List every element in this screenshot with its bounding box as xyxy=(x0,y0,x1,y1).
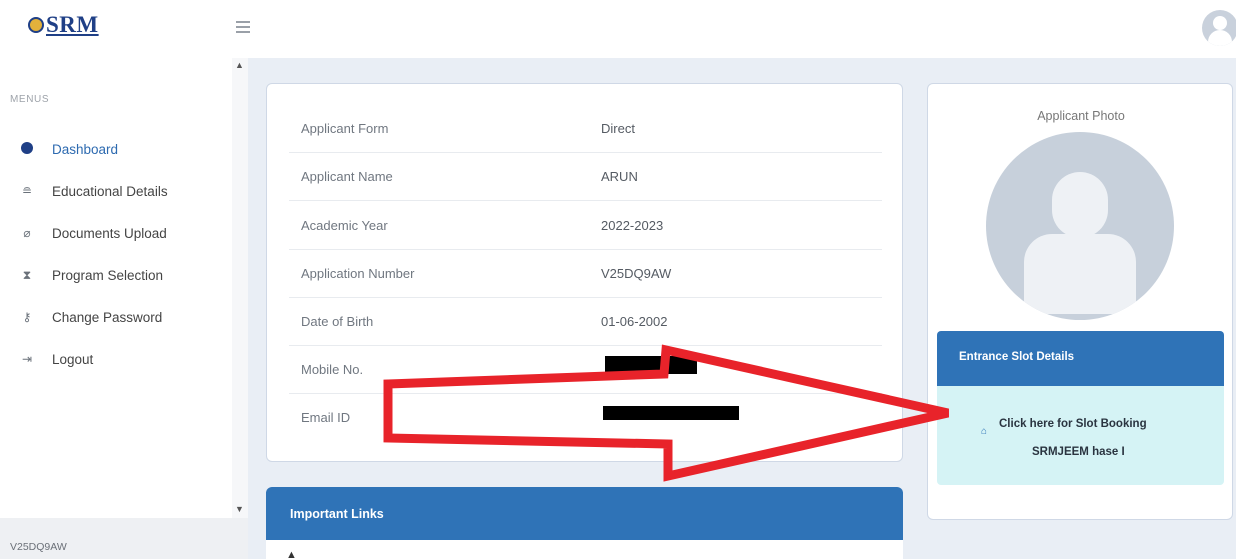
info-value: V25DQ9AW xyxy=(601,266,672,281)
info-value: ARUN xyxy=(601,169,638,184)
srm-logo[interactable]: SRM xyxy=(28,11,99,39)
important-links-title: Important Links xyxy=(266,487,903,540)
link-bullet-icon: ▲ xyxy=(286,549,297,559)
dashboard-icon xyxy=(20,141,34,157)
info-value: 01-06-2002 xyxy=(601,314,668,329)
info-label: Applicant Name xyxy=(301,169,393,184)
applicant-info-card: Applicant Form Direct Applicant Name ARU… xyxy=(266,83,903,462)
info-row-date-of-birth: Date of Birth 01-06-2002 xyxy=(289,298,882,346)
info-label: Application Number xyxy=(301,266,415,281)
top-bar: SRM xyxy=(0,0,1236,58)
applicant-photo-card: Applicant Photo Entrance Slot Details ⌂ … xyxy=(927,83,1233,520)
user-avatar-icon[interactable] xyxy=(1202,10,1236,46)
info-row-applicant-name: Applicant Name ARUN xyxy=(289,153,882,201)
sidebar-footer: V25DQ9AW xyxy=(0,518,248,559)
info-label: Mobile No. xyxy=(301,362,364,377)
bank-icon: ⌂ xyxy=(981,426,988,437)
sidebar-item-change-password[interactable]: ⚷ Change Password xyxy=(0,296,232,338)
entrance-slot-panel: Entrance Slot Details ⌂ Click here for S… xyxy=(937,331,1224,485)
sidebar-scrollbar[interactable]: ▲ ▼ xyxy=(232,58,248,518)
info-value: 2022-2023 xyxy=(601,218,664,233)
logo-emblem-icon xyxy=(28,17,44,33)
slot-booking-text: Click here for Slot Booking xyxy=(999,418,1147,430)
key-icon: ⚷ xyxy=(22,310,32,324)
redacted-mobile xyxy=(605,356,697,374)
info-row-application-number: Application Number V25DQ9AW xyxy=(289,250,882,298)
menus-label: MENUS xyxy=(10,94,50,105)
sidebar-item-dashboard[interactable]: Dashboard xyxy=(0,128,232,170)
hourglass-icon: ⧗ xyxy=(22,267,32,282)
sidebar-item-label: Dashboard xyxy=(52,141,119,157)
applicant-photo-placeholder-icon xyxy=(986,132,1174,320)
info-label: Date of Birth xyxy=(301,314,374,329)
slot-booking-link[interactable]: ⌂ Click here for Slot Booking SRMJEEM ha… xyxy=(937,386,1224,485)
info-label: Email ID xyxy=(301,410,351,425)
logo-text: SRM xyxy=(46,12,99,37)
info-label: Applicant Form xyxy=(301,121,389,136)
sidebar-item-label: Change Password xyxy=(52,309,163,325)
redacted-email xyxy=(603,406,739,420)
sidebar-item-educational-details[interactable]: ≘ Educational Details xyxy=(0,170,232,212)
info-row-email: Email ID xyxy=(289,394,882,442)
sidebar-item-label: Logout xyxy=(52,351,94,367)
sidebar-item-label: Program Selection xyxy=(52,267,164,283)
sidebar-item-logout[interactable]: ⇥ Logout xyxy=(0,338,232,380)
hamburger-icon[interactable] xyxy=(236,21,250,35)
entrance-slot-title: Entrance Slot Details xyxy=(937,331,1224,386)
sidebar-item-label: Documents Upload xyxy=(52,225,167,241)
info-row-applicant-form: Applicant Form Direct xyxy=(289,105,882,153)
info-value: Direct xyxy=(601,121,635,136)
sidebar-item-program-selection[interactable]: ⧗ Program Selection xyxy=(0,254,232,296)
scroll-down-icon[interactable]: ▼ xyxy=(235,504,244,514)
sidebar-item-documents-upload[interactable]: ⌀ Documents Upload xyxy=(0,212,232,254)
scroll-up-icon[interactable]: ▲ xyxy=(235,60,244,70)
logout-icon: ⇥ xyxy=(21,352,33,366)
sidebar-item-label: Educational Details xyxy=(52,183,168,199)
info-row-mobile: Mobile No. xyxy=(289,346,882,394)
education-icon: ≘ xyxy=(21,184,33,198)
slot-phase-text: SRMJEEM hase I xyxy=(1032,446,1125,458)
important-links-card: Important Links ▲ xyxy=(266,487,903,559)
application-id-footer: V25DQ9AW xyxy=(10,541,67,553)
sidebar-menu: Dashboard ≘ Educational Details ⌀ Docume… xyxy=(0,128,232,380)
info-label: Academic Year xyxy=(301,218,388,233)
sidebar: MENUS Dashboard ≘ Educational Details ⌀ … xyxy=(0,58,248,559)
applicant-photo-title: Applicant Photo xyxy=(1037,109,1125,123)
info-row-academic-year: Academic Year 2022-2023 xyxy=(289,202,882,250)
paperclip-icon: ⌀ xyxy=(23,226,31,240)
